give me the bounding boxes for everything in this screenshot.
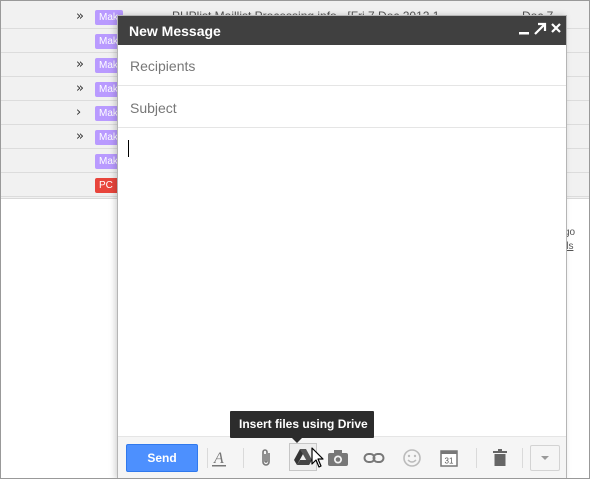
trash-icon[interactable] [488,446,512,470]
drive-tooltip: Insert files using Drive [230,411,374,443]
importance-marker: » [76,57,84,72]
calendar-icon[interactable]: 31 [437,446,461,470]
close-icon[interactable] [548,21,564,39]
toolbar-divider [243,448,244,468]
message-body[interactable] [118,130,566,435]
send-button[interactable]: Send [126,444,198,472]
compose-titlebar[interactable]: New Message [118,16,566,45]
subject-row [118,87,566,129]
recipients-row [118,45,566,87]
subject-input[interactable] [128,87,552,129]
minimize-icon[interactable] [516,21,532,39]
attach-icon[interactable] [255,446,279,470]
recipients-input[interactable] [128,45,552,87]
formatting-icon[interactable]: A [207,446,231,470]
popout-icon[interactable] [532,21,548,39]
importance-marker: › [76,105,82,120]
text-cursor [128,140,129,157]
toolbar-divider [522,448,523,468]
emoji-icon[interactable] [400,446,424,470]
photo-icon[interactable] [326,446,350,470]
compose-title: New Message [129,23,221,39]
toolbar-divider [476,448,477,468]
compose-window: New Message Send A [117,15,567,479]
calendar-day: 31 [445,457,454,466]
more-options-icon[interactable] [530,445,560,471]
importance-marker: » [76,9,84,24]
mouse-pointer-icon [311,447,325,474]
importance-marker: » [76,81,84,96]
importance-marker: » [76,129,84,144]
link-icon[interactable] [362,446,386,470]
svg-text:A: A [213,450,224,467]
compose-toolbar: Send A 31 [118,436,566,478]
